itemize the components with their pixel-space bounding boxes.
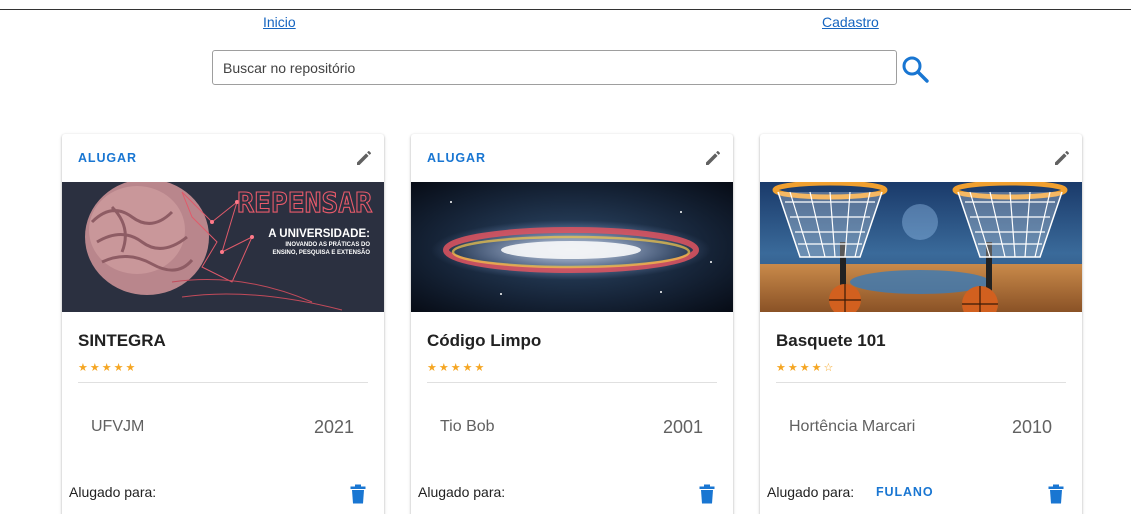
book-cover-image [411, 182, 733, 312]
book-cover-image: REPENSAR A UNIVERSIDADE: INOVANDO AS PRÁ… [62, 182, 384, 312]
book-title: Basquete 101 [776, 331, 886, 350]
delete-button[interactable] [699, 484, 715, 504]
card-divider [78, 382, 368, 383]
cover-subtitle-text: A UNIVERSIDADE: [268, 228, 370, 240]
pencil-icon [357, 150, 372, 165]
trash-icon [699, 484, 715, 504]
trash-icon [350, 484, 366, 504]
search-input[interactable] [213, 51, 896, 84]
rating-stars: ★★★★☆ [776, 362, 836, 374]
book-year: 2001 [662, 417, 703, 437]
edit-button[interactable] [703, 148, 723, 168]
edit-button[interactable] [1052, 148, 1072, 168]
book-card: Basquete 101 ★★★★☆ Hortência Marcari 201… [760, 134, 1082, 514]
rent-button[interactable]: ALUGAR [78, 151, 137, 165]
book-title: Código Limpo [427, 331, 542, 350]
pencil-icon [706, 150, 721, 165]
edit-button[interactable] [354, 148, 374, 168]
book-year: 2010 [1011, 417, 1052, 437]
book-year: 2021 [313, 417, 354, 437]
nav-link-cadastro[interactable]: Cadastro [822, 14, 879, 30]
pencil-icon [1055, 150, 1070, 165]
card-divider [776, 382, 1066, 383]
cover-line-2-text: INOVANDO AS PRÁTICAS DO [285, 241, 370, 248]
nav-link-inicio[interactable]: Inicio [263, 14, 296, 30]
book-card: ALUGAR Código Limpo ★★★★★ Tio Bob 2001 A… [411, 134, 733, 514]
rent-button[interactable]: ALUGAR [427, 151, 486, 165]
rented-to-label: Alugado para: [418, 484, 506, 500]
search-button[interactable] [900, 54, 930, 84]
book-card: ALUGAR REPENSAR A UNIVERSIDADE: INOVANDO… [62, 134, 384, 514]
cover-title-text: REPENSAR [237, 186, 372, 219]
delete-button[interactable] [350, 484, 366, 504]
book-author: Tio Bob [440, 418, 495, 435]
top-divider [0, 9, 1131, 10]
rating-stars: ★★★★★ [427, 362, 487, 374]
rented-to-label: Alugado para: [69, 484, 157, 500]
book-author: Hortência Marcari [789, 418, 916, 435]
rented-to-name[interactable]: FULANO [876, 485, 933, 499]
book-author: UFVJM [91, 418, 145, 435]
book-title: SINTEGRA [78, 331, 166, 350]
book-cover-image [760, 182, 1082, 312]
rating-stars: ★★★★★ [78, 362, 138, 374]
cover-line-3-text: ENSINO, PESQUISA E EXTENSÃO [273, 249, 371, 256]
search-icon [902, 56, 929, 83]
trash-icon [1048, 484, 1064, 504]
card-divider [427, 382, 717, 383]
delete-button[interactable] [1048, 484, 1064, 504]
search-field[interactable] [212, 50, 897, 85]
rented-to-label: Alugado para: [767, 484, 855, 500]
